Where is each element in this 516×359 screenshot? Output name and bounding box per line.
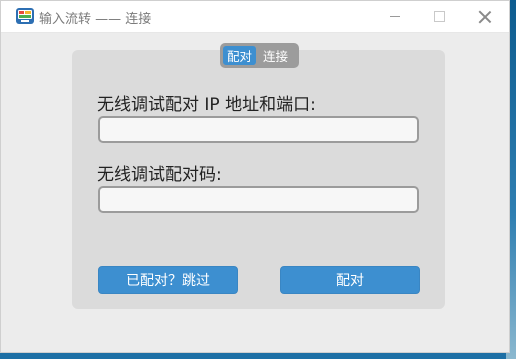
app-logo-icon bbox=[16, 8, 34, 24]
ip-port-label: 无线调试配对 IP 地址和端口: bbox=[97, 95, 316, 115]
close-icon bbox=[479, 11, 491, 23]
close-button[interactable] bbox=[463, 1, 507, 32]
pairing-code-input[interactable] bbox=[98, 186, 419, 213]
app-window: 输入流转 —— 连接 配对 连接 无线调试配对 IP 地址和端口: 无线调试配对… bbox=[0, 0, 510, 353]
tab-connect[interactable]: 连接 bbox=[259, 46, 292, 65]
mode-tabs: 配对 连接 bbox=[220, 43, 299, 68]
skip-button[interactable]: 已配对？跳过 bbox=[98, 266, 238, 294]
pair-button[interactable]: 配对 bbox=[280, 266, 420, 294]
maximize-button[interactable] bbox=[417, 1, 461, 32]
pairing-code-label: 无线调试配对码: bbox=[97, 165, 222, 185]
tab-pair[interactable]: 配对 bbox=[223, 46, 257, 65]
window-title: 输入流转 —— 连接 bbox=[39, 12, 152, 27]
maximize-icon bbox=[433, 11, 445, 22]
minimize-button[interactable] bbox=[373, 1, 417, 32]
ip-port-input[interactable] bbox=[98, 116, 419, 143]
minimize-icon bbox=[390, 16, 400, 17]
title-bar[interactable]: 输入流转 —— 连接 bbox=[1, 1, 509, 33]
